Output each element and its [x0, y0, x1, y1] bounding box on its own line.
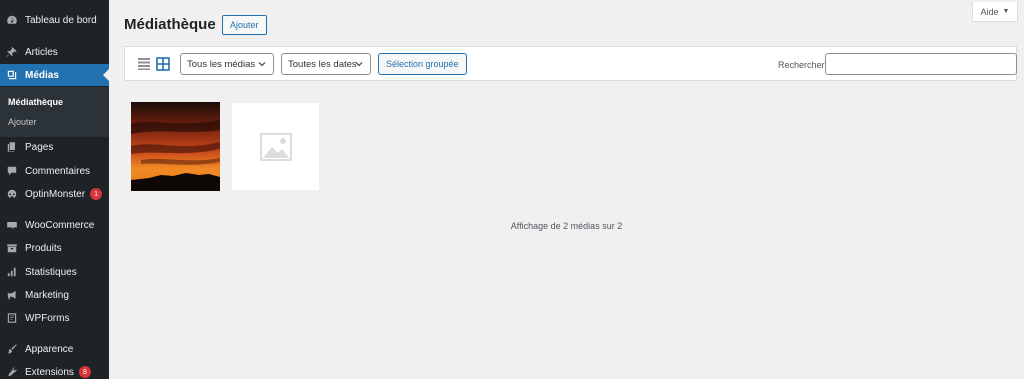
- sidebar-item-label: Articles: [25, 46, 58, 58]
- optinmonster-icon: [6, 188, 18, 200]
- main-content: Aide ▼ Médiathèque Ajouter Tous les médi…: [109, 0, 1024, 379]
- sidebar-item-marketing[interactable]: Marketing: [0, 284, 109, 306]
- media-type-filter[interactable]: Tous les médias: [180, 53, 274, 75]
- sidebar-item-label: Commentaires: [25, 165, 91, 177]
- woocommerce-icon: [6, 219, 18, 231]
- submenu-item-ajouter[interactable]: Ajouter: [8, 117, 37, 127]
- chevron-down-icon: [257, 59, 267, 69]
- sidebar-item-extensions[interactable]: Extensions 8: [0, 361, 109, 379]
- pages-icon: [6, 141, 18, 153]
- submenu-item-mediatheque[interactable]: Médiathèque: [8, 97, 63, 107]
- dashboard-icon: [6, 14, 18, 26]
- sidebar-item-medias[interactable]: Médias: [0, 64, 109, 86]
- date-filter[interactable]: Toutes les dates: [281, 53, 371, 75]
- media-toolbar: Tous les médias Toutes les dates Sélecti…: [124, 46, 1017, 81]
- sidebar-item-dashboard[interactable]: Tableau de bord: [0, 9, 109, 31]
- caret-down-icon: ▼: [1002, 8, 1010, 15]
- sidebar-item-pages[interactable]: Pages: [0, 136, 109, 158]
- bulk-select-button[interactable]: Sélection groupée: [378, 53, 467, 75]
- sidebar-item-apparence[interactable]: Apparence: [0, 338, 109, 360]
- products-icon: [6, 242, 18, 254]
- sidebar-item-commentaires[interactable]: Commentaires: [0, 160, 109, 182]
- chevron-down-icon: [354, 59, 364, 69]
- brush-icon: [6, 343, 18, 355]
- media-count-text: Affichage de 2 médias sur 2: [510, 221, 623, 231]
- image-placeholder-icon: [259, 132, 292, 161]
- grid-view-icon[interactable]: [156, 57, 170, 71]
- sidebar-item-label: Apparence: [25, 343, 74, 355]
- pin-icon: [6, 46, 18, 58]
- notification-badge: 1: [90, 188, 103, 200]
- list-view-icon[interactable]: [137, 57, 151, 71]
- search-input[interactable]: [825, 53, 1017, 75]
- sidebar-item-label: Médias: [25, 69, 59, 81]
- sidebar-item-wpforms[interactable]: WPForms: [0, 307, 109, 329]
- help-tab-button[interactable]: Aide ▼: [972, 2, 1018, 22]
- media-type-filter-value: Tous les médias: [187, 58, 256, 70]
- sidebar-item-woocommerce[interactable]: WooCommerce: [0, 214, 109, 236]
- stats-icon: [6, 266, 18, 278]
- search-label: Rechercher: [778, 60, 825, 70]
- sidebar-item-statistiques[interactable]: Statistiques: [0, 261, 109, 283]
- plugin-icon: [6, 366, 18, 378]
- sidebar-item-optinmonster[interactable]: OptinMonster 1: [0, 183, 109, 205]
- comments-icon: [6, 165, 18, 177]
- media-thumbnail-sunset[interactable]: [131, 102, 220, 191]
- notification-badge: 8: [78, 366, 91, 378]
- sidebar-item-label: Tableau de bord: [25, 14, 97, 26]
- sidebar-item-label: OptinMonster: [25, 188, 86, 200]
- sidebar-item-label: Pages: [25, 141, 54, 153]
- sidebar-item-label: Produits: [25, 242, 62, 254]
- add-media-button[interactable]: Ajouter: [222, 15, 267, 35]
- media-thumbnail-placeholder[interactable]: [231, 102, 320, 191]
- sidebar-item-label: Marketing: [25, 289, 69, 301]
- sidebar-item-produits[interactable]: Produits: [0, 237, 109, 259]
- wpforms-icon: [6, 312, 18, 324]
- page-title: Médiathèque: [124, 16, 216, 33]
- help-label: Aide: [980, 6, 999, 17]
- date-filter-value: Toutes les dates: [288, 58, 357, 70]
- sidebar-item-label: Statistiques: [25, 266, 77, 278]
- sidebar-item-label: WPForms: [25, 312, 70, 324]
- sidebar-item-label: WooCommerce: [25, 219, 95, 231]
- admin-sidebar: Tableau de bord Articles Médias Médiathè…: [0, 0, 109, 379]
- media-icon: [6, 69, 18, 81]
- megaphone-icon: [6, 289, 18, 301]
- media-submenu: Médiathèque Ajouter: [0, 87, 109, 137]
- sidebar-item-articles[interactable]: Articles: [0, 41, 109, 63]
- sunset-photo: [131, 102, 220, 191]
- sidebar-item-label: Extensions: [25, 366, 74, 378]
